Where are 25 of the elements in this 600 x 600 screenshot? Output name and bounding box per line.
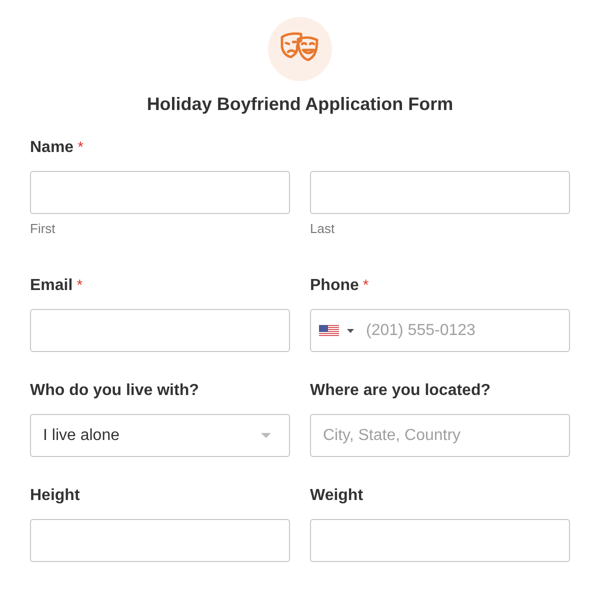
field-label: Height [30,487,80,505]
input-field[interactable] [310,171,570,214]
required-mark: * [78,139,84,156]
input-field[interactable] [30,309,290,352]
field-label: Who do you live with? [30,382,199,400]
caret-icon[interactable] [347,328,354,332]
caret-icon [261,433,271,438]
sublabel: Last [310,221,335,236]
required-mark: * [76,277,83,294]
field-label: Email [30,277,73,295]
input-field[interactable] [30,519,290,562]
form-title: Holiday Boyfriend Application Form [146,94,454,115]
masks-icon [268,17,332,81]
input-field[interactable]: City, State, Country [310,414,570,457]
field-label: Name [30,139,74,157]
field-label: Phone [310,277,359,295]
required-mark: * [362,277,369,294]
field-label: Where are you located? [310,382,490,400]
flag-icon[interactable] [319,324,339,336]
input-field[interactable] [310,519,570,562]
phone-field[interactable]: (201) 555-0123 [310,309,570,352]
input-field[interactable] [30,171,290,214]
select-field[interactable]: I live alone [30,414,290,457]
sublabel: First [30,221,56,236]
field-label: Weight [310,487,364,505]
